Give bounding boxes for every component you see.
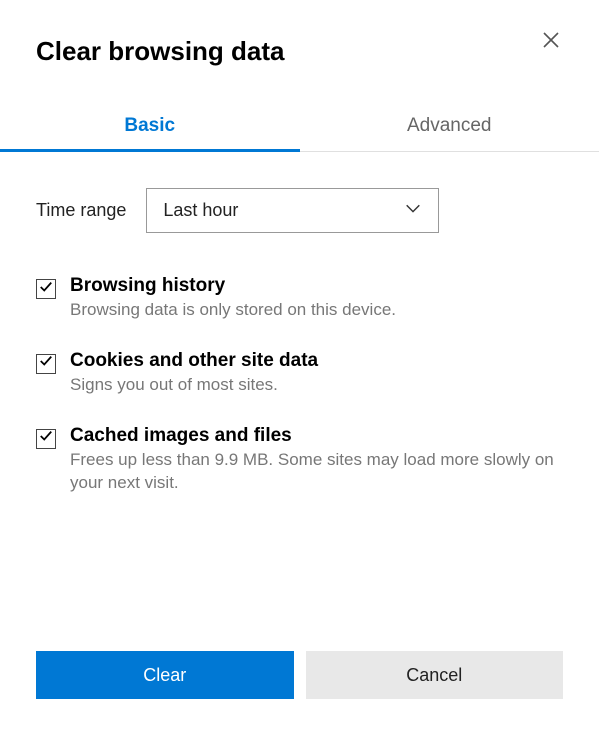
- clear-browsing-data-dialog: Clear browsing data Basic Advanced Time …: [0, 0, 599, 735]
- close-icon: [543, 32, 559, 53]
- checkmark-icon: [39, 429, 53, 448]
- tab-basic[interactable]: Basic: [0, 103, 300, 151]
- option-description: Signs you out of most sites.: [70, 374, 563, 397]
- tabs-container: Basic Advanced: [0, 103, 599, 152]
- tab-basic-label: Basic: [124, 115, 175, 136]
- checkmark-icon: [39, 280, 53, 299]
- option-browsing-history: Browsing history Browsing data is only s…: [36, 275, 563, 322]
- cancel-button[interactable]: Cancel: [306, 651, 564, 699]
- option-cookies: Cookies and other site data Signs you ou…: [36, 350, 563, 397]
- chevron-down-icon: [404, 199, 422, 222]
- clear-button[interactable]: Clear: [36, 651, 294, 699]
- time-range-label: Time range: [36, 200, 126, 221]
- cancel-button-label: Cancel: [406, 665, 462, 685]
- option-title: Browsing history: [70, 275, 563, 297]
- option-cached: Cached images and files Frees up less th…: [36, 425, 563, 495]
- checkbox-browsing-history[interactable]: [36, 279, 56, 299]
- time-range-row: Time range Last hour: [36, 188, 563, 233]
- tab-advanced[interactable]: Advanced: [300, 103, 599, 151]
- option-description: Frees up less than 9.9 MB. Some sites ma…: [70, 449, 563, 495]
- tab-advanced-label: Advanced: [407, 115, 492, 136]
- dialog-content: Time range Last hour Browsing history Br…: [0, 152, 599, 651]
- option-title: Cookies and other site data: [70, 350, 563, 372]
- checkbox-cached[interactable]: [36, 429, 56, 449]
- time-range-select[interactable]: Last hour: [146, 188, 439, 233]
- option-description: Browsing data is only stored on this dev…: [70, 299, 563, 322]
- clear-button-label: Clear: [143, 665, 186, 685]
- checkbox-cookies[interactable]: [36, 354, 56, 374]
- option-text: Cached images and files Frees up less th…: [70, 425, 563, 495]
- dialog-title: Clear browsing data: [36, 36, 285, 67]
- checkmark-icon: [39, 354, 53, 373]
- option-text: Browsing history Browsing data is only s…: [70, 275, 563, 322]
- option-title: Cached images and files: [70, 425, 563, 447]
- dialog-header: Clear browsing data: [0, 0, 599, 67]
- close-button[interactable]: [539, 30, 563, 54]
- option-text: Cookies and other site data Signs you ou…: [70, 350, 563, 397]
- time-range-value: Last hour: [163, 200, 238, 221]
- dialog-footer: Clear Cancel: [0, 651, 599, 735]
